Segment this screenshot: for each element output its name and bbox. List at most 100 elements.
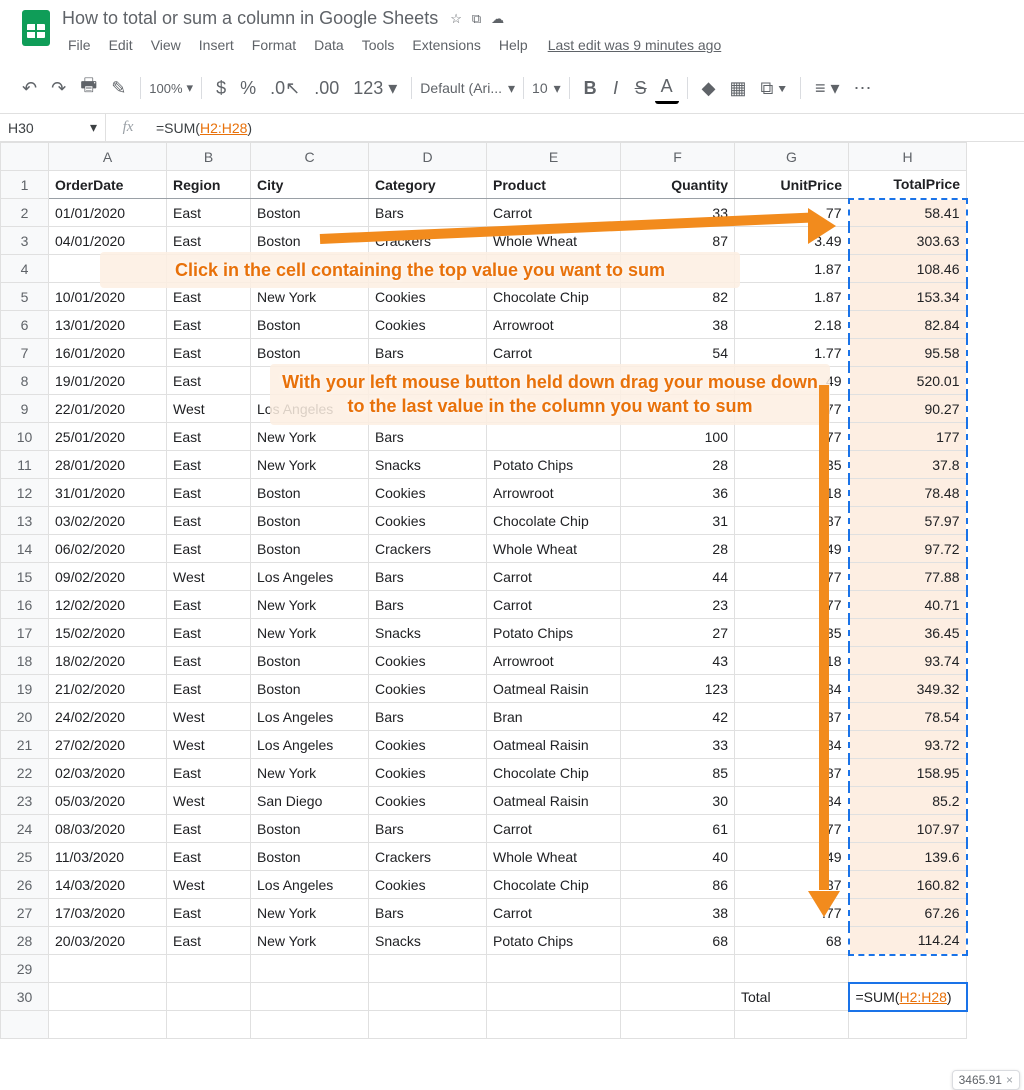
- cell[interactable]: [735, 955, 849, 983]
- cell[interactable]: 107.97: [849, 815, 967, 843]
- cell[interactable]: 95.58: [849, 339, 967, 367]
- cell[interactable]: 90.27: [849, 395, 967, 423]
- font-size-select[interactable]: 10 ▾: [532, 80, 561, 97]
- cell[interactable]: Bars: [369, 563, 487, 591]
- cell[interactable]: Cookies: [369, 647, 487, 675]
- cell[interactable]: City: [251, 171, 369, 199]
- cell[interactable]: 160.82: [849, 871, 967, 899]
- cell[interactable]: 27/02/2020: [49, 731, 167, 759]
- cell[interactable]: 139.6: [849, 843, 967, 871]
- cell[interactable]: 38: [621, 899, 735, 927]
- cell[interactable]: 36.45: [849, 619, 967, 647]
- cell[interactable]: Bars: [369, 591, 487, 619]
- cell[interactable]: New York: [251, 899, 369, 927]
- cell[interactable]: West: [167, 787, 251, 815]
- decrease-decimal-button[interactable]: .0↖: [264, 74, 306, 103]
- cell[interactable]: 1.77: [735, 339, 849, 367]
- cell[interactable]: East: [167, 647, 251, 675]
- cell[interactable]: East: [167, 591, 251, 619]
- cell[interactable]: Los Angeles: [251, 871, 369, 899]
- menu-insert[interactable]: Insert: [191, 33, 242, 57]
- cell[interactable]: 123: [621, 675, 735, 703]
- cell[interactable]: [369, 955, 487, 983]
- cell[interactable]: [735, 1011, 849, 1039]
- cell[interactable]: 28/01/2020: [49, 451, 167, 479]
- cell[interactable]: TotalPrice: [849, 171, 967, 199]
- cell[interactable]: [167, 955, 251, 983]
- sheets-logo[interactable]: [16, 8, 56, 48]
- cell[interactable]: [849, 955, 967, 983]
- cell[interactable]: [251, 955, 369, 983]
- row-header[interactable]: 27: [1, 899, 49, 927]
- cell[interactable]: 43: [621, 647, 735, 675]
- cell[interactable]: 18/02/2020: [49, 647, 167, 675]
- cell[interactable]: Cookies: [369, 479, 487, 507]
- menu-view[interactable]: View: [143, 33, 189, 57]
- cell[interactable]: 44: [621, 563, 735, 591]
- more-button[interactable]: ⋯: [848, 74, 878, 103]
- cell[interactable]: Boston: [251, 675, 369, 703]
- active-cell[interactable]: =SUM(H2:H28): [849, 983, 967, 1011]
- row-header[interactable]: 26: [1, 871, 49, 899]
- increase-decimal-button[interactable]: .00: [308, 74, 345, 103]
- cell[interactable]: Bran: [487, 703, 621, 731]
- cell[interactable]: 17/03/2020: [49, 899, 167, 927]
- cell[interactable]: Bars: [369, 339, 487, 367]
- cell[interactable]: 36: [621, 479, 735, 507]
- cell[interactable]: Boston: [251, 843, 369, 871]
- row-header[interactable]: 23: [1, 787, 49, 815]
- cell[interactable]: 85.2: [849, 787, 967, 815]
- cell[interactable]: Cookies: [369, 871, 487, 899]
- cell[interactable]: 20/03/2020: [49, 927, 167, 955]
- menu-help[interactable]: Help: [491, 33, 536, 57]
- cell[interactable]: East: [167, 367, 251, 395]
- cell[interactable]: 77.88: [849, 563, 967, 591]
- menu-file[interactable]: File: [60, 33, 99, 57]
- cell[interactable]: 11/03/2020: [49, 843, 167, 871]
- cell[interactable]: 33: [621, 731, 735, 759]
- cell[interactable]: Carrot: [487, 339, 621, 367]
- cell[interactable]: 09/02/2020: [49, 563, 167, 591]
- cell[interactable]: Arrowroot: [487, 647, 621, 675]
- doc-title[interactable]: How to total or sum a column in Google S…: [62, 8, 438, 29]
- cell[interactable]: New York: [251, 759, 369, 787]
- row-header[interactable]: 25: [1, 843, 49, 871]
- cell[interactable]: 24/02/2020: [49, 703, 167, 731]
- row-header[interactable]: 16: [1, 591, 49, 619]
- cell[interactable]: [167, 1011, 251, 1039]
- cell[interactable]: New York: [251, 451, 369, 479]
- cell[interactable]: East: [167, 311, 251, 339]
- cell[interactable]: 42: [621, 703, 735, 731]
- undo-button[interactable]: ↶: [16, 74, 43, 103]
- cell[interactable]: [49, 1011, 167, 1039]
- col-header-A[interactable]: A: [49, 143, 167, 171]
- cell[interactable]: 57.97: [849, 507, 967, 535]
- menu-format[interactable]: Format: [244, 33, 304, 57]
- col-header-B[interactable]: B: [167, 143, 251, 171]
- row-header[interactable]: 15: [1, 563, 49, 591]
- cell[interactable]: New York: [251, 423, 369, 451]
- cell[interactable]: Whole Wheat: [487, 843, 621, 871]
- percent-button[interactable]: %: [234, 74, 262, 103]
- col-header-F[interactable]: F: [621, 143, 735, 171]
- italic-button[interactable]: I: [605, 74, 627, 103]
- col-header-G[interactable]: G: [735, 143, 849, 171]
- cell[interactable]: 177: [849, 423, 967, 451]
- menu-tools[interactable]: Tools: [354, 33, 403, 57]
- cell[interactable]: Potato Chips: [487, 451, 621, 479]
- row-header[interactable]: 11: [1, 451, 49, 479]
- cell[interactable]: 58.41: [849, 199, 967, 227]
- row-header[interactable]: 14: [1, 535, 49, 563]
- row-header[interactable]: 21: [1, 731, 49, 759]
- cell[interactable]: Carrot: [487, 563, 621, 591]
- cell[interactable]: [621, 955, 735, 983]
- row-header[interactable]: 22: [1, 759, 49, 787]
- cell[interactable]: Oatmeal Raisin: [487, 731, 621, 759]
- cell[interactable]: Boston: [251, 647, 369, 675]
- cell[interactable]: Boston: [251, 507, 369, 535]
- cell[interactable]: Cookies: [369, 731, 487, 759]
- cell[interactable]: UnitPrice: [735, 171, 849, 199]
- cell[interactable]: 28: [621, 535, 735, 563]
- cell[interactable]: 93.72: [849, 731, 967, 759]
- cell[interactable]: East: [167, 759, 251, 787]
